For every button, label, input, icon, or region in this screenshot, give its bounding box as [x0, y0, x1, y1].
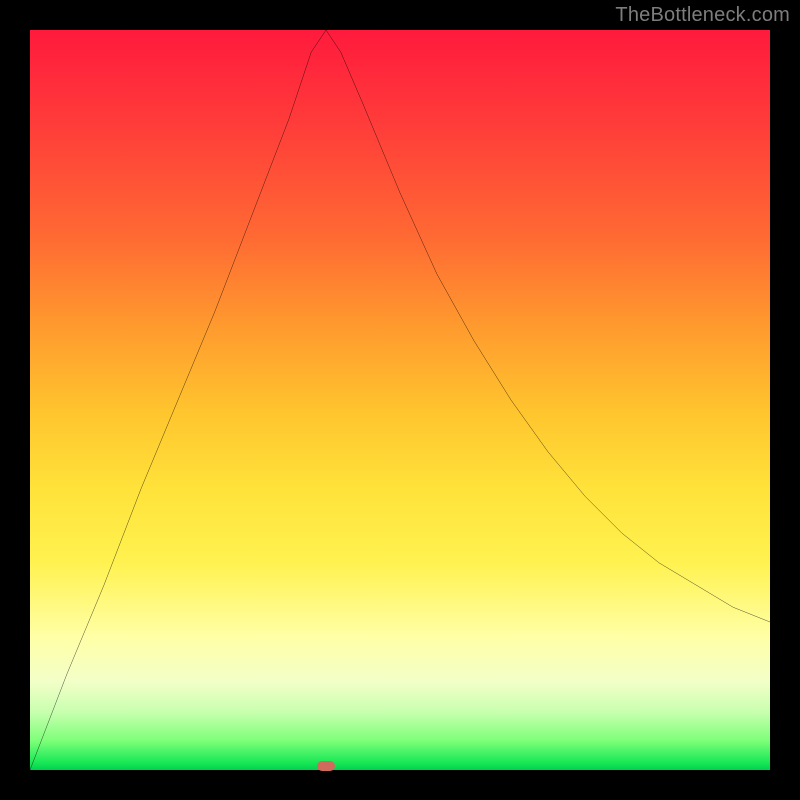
optimum-marker	[317, 761, 335, 771]
watermark-text: TheBottleneck.com	[615, 4, 790, 27]
chart-plot-area	[30, 30, 770, 770]
curve-path	[30, 30, 770, 770]
chart-frame: TheBottleneck.com	[0, 0, 800, 800]
bottleneck-curve	[30, 30, 770, 770]
